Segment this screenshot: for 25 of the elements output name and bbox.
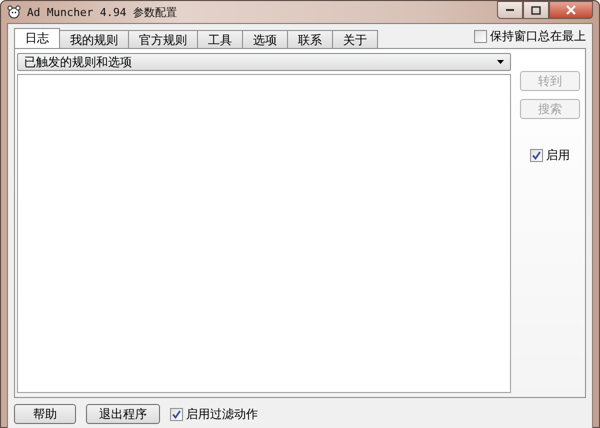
checkbox[interactable] (170, 408, 183, 420)
dropdown-arrow-icon (497, 60, 504, 64)
footer-button[interactable]: 退出程序 (86, 404, 160, 424)
close-button[interactable] (549, 1, 593, 19)
checkbox[interactable] (474, 30, 487, 42)
maximize-button[interactable] (523, 1, 549, 19)
close-icon (566, 5, 576, 15)
minimize-button[interactable] (497, 1, 523, 19)
tab[interactable]: 关于 (332, 30, 378, 48)
maximize-icon (531, 6, 541, 14)
checkbox-label: 启用 (546, 147, 570, 164)
tab[interactable]: 官方规则 (128, 30, 198, 48)
tab[interactable]: 联系 (287, 30, 333, 48)
minimize-icon (505, 8, 515, 12)
tab[interactable]: 工具 (197, 30, 243, 48)
window-title: Ad Muncher 4.94 参数配置 (27, 4, 178, 20)
checkbox[interactable] (530, 149, 543, 162)
tab[interactable]: 我的规则 (59, 30, 129, 48)
tab[interactable]: 选项 (242, 30, 288, 48)
checkbox-label: 保持窗口总在最上 (490, 28, 586, 44)
footer-button[interactable]: 帮助 (14, 404, 76, 424)
tab[interactable]: 日志 (14, 28, 60, 48)
checkbox-label: 启用过滤动作 (186, 406, 258, 422)
log-filter-dropdown[interactable]: 已触发的规则和选项 (17, 53, 511, 71)
face-icon (7, 5, 21, 19)
